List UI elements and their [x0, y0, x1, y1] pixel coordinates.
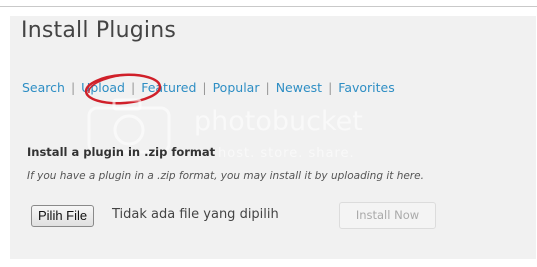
choose-file-button[interactable]: Pilih File	[31, 205, 95, 227]
upload-heading: Install a plugin in .zip format	[27, 145, 216, 159]
install-now-button[interactable]: Install Now	[339, 202, 436, 229]
subnav-newest[interactable]: Newest	[276, 80, 322, 95]
subnav-favorites[interactable]: Favorites	[338, 80, 394, 95]
subnav-popular[interactable]: Popular	[213, 80, 260, 95]
top-divider	[0, 6, 537, 7]
subnav-search[interactable]: Search	[22, 80, 65, 95]
upload-highlight-circle	[84, 73, 162, 105]
file-status-text: Tidak ada file yang dipilih	[112, 207, 279, 222]
subnav-separator: |	[70, 80, 76, 95]
page-title: Install Plugins	[21, 18, 177, 43]
upload-help-text: If you have a plugin in a .zip format, y…	[27, 170, 424, 182]
plugin-subnav: Search | Upload | Featured | Popular | Newest | Fa…	[22, 80, 395, 95]
subnav-separator: |	[265, 80, 270, 95]
subnav-separator: |	[328, 80, 333, 95]
subnav-separator: |	[202, 80, 207, 95]
